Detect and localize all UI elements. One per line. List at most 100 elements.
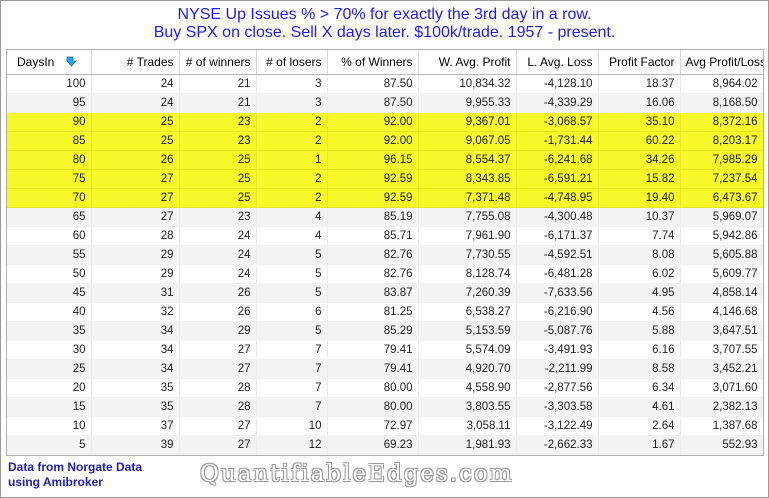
- cell-daysin: 40: [7, 302, 92, 322]
- table-row[interactable]: 100 24 21 3 87.50 10,834.32 -4,128.10 18.37 8,96…: [7, 74, 763, 94]
- cell-w-avg-profit: 7,961.90: [418, 226, 517, 246]
- column-header-trades[interactable]: # Trades: [91, 50, 180, 75]
- table-row[interactable]: 40 32 26 6 81.25 6,538.27 -6,216.90 4.56 4,146.6…: [7, 302, 763, 322]
- cell-avg-profit-loss: 7,237.54: [680, 169, 763, 189]
- cell-avg-profit-loss: 3,707.55: [680, 340, 763, 360]
- cell-pct-winners: 79.41: [327, 340, 419, 360]
- table-row[interactable]: 5 39 27 12 69.23 1,981.93 -2,662.33 1.67 552.93: [7, 435, 763, 455]
- cell-profit-factor: 6.34: [598, 378, 681, 398]
- cell-losers: 7: [256, 340, 328, 360]
- column-header-winners[interactable]: # of winners: [179, 50, 257, 75]
- cell-trades: 27: [91, 169, 180, 189]
- table-row[interactable]: 55 29 24 5 82.76 7,730.55 -4,592.51 8.08 5,605.8…: [7, 245, 763, 265]
- table-row[interactable]: 70 27 25 2 92.59 7,371.48 -4,748.95 19.40 6,473.…: [7, 188, 763, 208]
- cell-losers: 4: [256, 207, 328, 227]
- cell-trades: 35: [91, 378, 180, 398]
- column-header-profit-factor[interactable]: Profit Factor: [598, 50, 681, 75]
- cell-trades: 34: [91, 321, 180, 341]
- table-row[interactable]: 30 34 27 7 79.41 5,574.09 -3,491.93 6.16 3,707.5…: [7, 340, 763, 360]
- table-row[interactable]: 25 34 27 7 79.41 4,920.70 -2,211.99 8.58 3,452.2…: [7, 359, 763, 379]
- cell-pct-winners: 80.00: [327, 397, 419, 417]
- cell-avg-profit-loss: 5,605.88: [680, 245, 763, 265]
- table-row[interactable]: 10 37 27 10 72.97 3,058.11 -3,122.49 2.64 1,387.…: [7, 416, 763, 436]
- cell-winners: 21: [179, 74, 257, 94]
- cell-trades: 37: [91, 416, 180, 436]
- cell-daysin: 45: [7, 283, 92, 303]
- cell-w-avg-profit: 5,574.09: [418, 340, 517, 360]
- cell-profit-factor: 8.08: [598, 245, 681, 265]
- cell-w-avg-profit: 3,803.55: [418, 397, 517, 417]
- cell-daysin: 90: [7, 112, 92, 132]
- cell-losers: 4: [256, 226, 328, 246]
- data-source-note: Data from Norgate Data using Amibroker: [8, 460, 142, 490]
- cell-l-avg-loss: -4,592.51: [516, 245, 599, 265]
- cell-winners: 25: [179, 188, 257, 208]
- table-row[interactable]: 20 35 28 7 80.00 4,558.90 -2,877.56 6.34 3,071.6…: [7, 378, 763, 398]
- footer-line-2: using Amibroker: [8, 475, 103, 489]
- cell-avg-profit-loss: 3,647.51: [680, 321, 763, 341]
- column-header-daysin[interactable]: DaysIn: [7, 50, 92, 75]
- cell-winners: 26: [179, 302, 257, 322]
- cell-pct-winners: 92.59: [327, 188, 419, 208]
- cell-losers: 2: [256, 112, 328, 132]
- cell-trades: 29: [91, 264, 180, 284]
- table-row[interactable]: 85 25 23 2 92.00 9,067.05 -1,731.44 60.22 8,203.…: [7, 131, 763, 151]
- cell-losers: 7: [256, 397, 328, 417]
- cell-trades: 28: [91, 226, 180, 246]
- cell-l-avg-loss: -6,241.68: [516, 150, 599, 170]
- table-row[interactable]: 65 27 23 4 85.19 7,755.08 -4,300.48 10.37 5,969.…: [7, 207, 763, 227]
- cell-losers: 6: [256, 302, 328, 322]
- table-row[interactable]: 75 27 25 2 92.59 8,343.85 -6,591.21 15.82 7,237.…: [7, 169, 763, 189]
- cell-daysin: 100: [7, 74, 92, 94]
- cell-profit-factor: 60.22: [598, 131, 681, 151]
- cell-pct-winners: 87.50: [327, 74, 419, 94]
- cell-winners: 27: [179, 435, 257, 455]
- cell-daysin: 65: [7, 207, 92, 227]
- cell-daysin: 95: [7, 93, 92, 113]
- table-body: 100 24 21 3 87.50 10,834.32 -4,128.10 18.37 8,96…: [7, 74, 763, 455]
- cell-losers: 3: [256, 74, 328, 94]
- cell-daysin: 85: [7, 131, 92, 151]
- cell-pct-winners: 85.71: [327, 226, 419, 246]
- cell-avg-profit-loss: 2,382.13: [680, 397, 763, 417]
- column-header-l-avg-loss[interactable]: L. Avg. Loss: [516, 50, 599, 75]
- table-row[interactable]: 60 28 24 4 85.71 7,961.90 -6,171.37 7.74 5,942.8…: [7, 226, 763, 246]
- cell-winners: 25: [179, 169, 257, 189]
- column-header-w-avg-profit[interactable]: W. Avg. Profit: [418, 50, 517, 75]
- cell-pct-winners: 82.76: [327, 264, 419, 284]
- cell-daysin: 5: [7, 435, 92, 455]
- table-row[interactable]: 35 34 29 5 85.29 5,153.59 -5,087.76 5.88 3,647.5…: [7, 321, 763, 341]
- cell-winners: 25: [179, 150, 257, 170]
- cell-l-avg-loss: -2,877.56: [516, 378, 599, 398]
- table-row[interactable]: 45 31 26 5 83.87 7,260.39 -7,633.56 4.95 4,858.1…: [7, 283, 763, 303]
- cell-avg-profit-loss: 8,203.17: [680, 131, 763, 151]
- sort-descending-arrow-icon[interactable]: [66, 56, 78, 67]
- cell-pct-winners: 79.41: [327, 359, 419, 379]
- cell-w-avg-profit: 8,554.37: [418, 150, 517, 170]
- cell-pct-winners: 85.29: [327, 321, 419, 341]
- cell-w-avg-profit: 9,955.33: [418, 93, 517, 113]
- cell-avg-profit-loss: 5,969.07: [680, 207, 763, 227]
- cell-winners: 24: [179, 226, 257, 246]
- cell-losers: 2: [256, 131, 328, 151]
- column-header-pct-winners[interactable]: % of Winners: [327, 50, 419, 75]
- column-header-avg-profit-loss[interactable]: Avg Profit/Loss: [680, 50, 763, 75]
- cell-daysin: 80: [7, 150, 92, 170]
- cell-winners: 27: [179, 359, 257, 379]
- column-header-losers[interactable]: # of losers: [256, 50, 328, 75]
- cell-profit-factor: 19.40: [598, 188, 681, 208]
- cell-l-avg-loss: -4,339.29: [516, 93, 599, 113]
- table-row[interactable]: 90 25 23 2 92.00 9,367.01 -3,068.57 35.10 8,372.…: [7, 112, 763, 132]
- table-row[interactable]: 95 24 21 3 87.50 9,955.33 -4,339.29 16.06 8,168.…: [7, 93, 763, 113]
- cell-winners: 27: [179, 416, 257, 436]
- cell-avg-profit-loss: 4,146.68: [680, 302, 763, 322]
- cell-avg-profit-loss: 5,942.86: [680, 226, 763, 246]
- cell-losers: 2: [256, 188, 328, 208]
- cell-l-avg-loss: -3,122.49: [516, 416, 599, 436]
- table-row[interactable]: 15 35 28 7 80.00 3,803.55 -3,303.58 4.61 2,382.1…: [7, 397, 763, 417]
- cell-daysin: 30: [7, 340, 92, 360]
- table-row[interactable]: 50 29 24 5 82.76 8,128.74 -6,481.28 6.02 5,609.7…: [7, 264, 763, 284]
- results-table: DaysIn # Trades # of winners # of losers…: [7, 50, 763, 455]
- table-row[interactable]: 80 26 25 1 96.15 8,554.37 -6,241.68 34.26 7,985.…: [7, 150, 763, 170]
- cell-trades: 39: [91, 435, 180, 455]
